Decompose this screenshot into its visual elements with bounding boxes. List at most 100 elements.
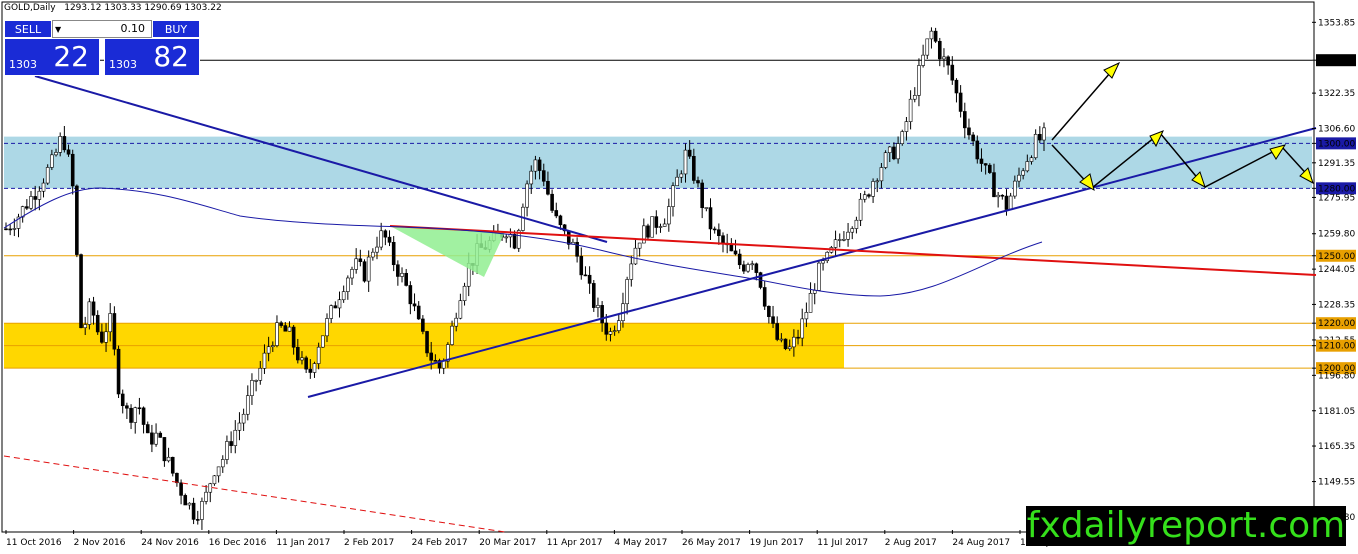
x-tick-label: 11 Jul 2017 xyxy=(817,538,868,548)
candle-body xyxy=(316,346,321,364)
buy-price-pips: 82 xyxy=(153,40,189,73)
candle-body xyxy=(979,158,984,164)
candle-body xyxy=(233,429,238,446)
candle-body xyxy=(408,285,413,305)
candle-body xyxy=(304,357,308,370)
candle-body xyxy=(212,475,217,485)
candle-body xyxy=(1025,161,1030,172)
y-tick-label: 1250.00 xyxy=(1318,252,1355,262)
x-tick-label: 24 Aug 2017 xyxy=(952,538,1010,548)
candle-body xyxy=(75,185,79,255)
plot-frame xyxy=(1,1,1315,533)
x-tick-label: 26 May 2017 xyxy=(682,538,741,548)
candle-body xyxy=(58,136,62,153)
buy-price-button[interactable]: 1303 82 xyxy=(104,38,200,76)
candle-body xyxy=(729,244,734,252)
y-tick-label: 1300.00 xyxy=(1318,139,1355,149)
candle-body xyxy=(279,322,283,326)
candle-body xyxy=(566,230,571,245)
candle-body xyxy=(371,251,375,258)
candle-body xyxy=(704,207,709,209)
candle-body xyxy=(633,247,638,265)
brand-watermark: fxdailyreport.com xyxy=(1026,505,1346,546)
candle-body xyxy=(904,121,909,132)
candle-body xyxy=(675,176,679,187)
candle-body xyxy=(287,326,292,332)
candle-body xyxy=(462,285,467,301)
candle-body xyxy=(137,407,142,410)
candle-body xyxy=(696,180,700,184)
candle-body xyxy=(625,279,629,305)
candle-body xyxy=(750,263,754,266)
y-tick-label: 1275.95 xyxy=(1318,193,1355,203)
sell-price-button[interactable]: 1303 22 xyxy=(4,38,100,76)
one-click-trade-panel: SELL ▼ 0.10 BUY 1303 22 1303 82 xyxy=(4,20,200,76)
candle-body xyxy=(354,258,358,270)
sell-button[interactable]: SELL xyxy=(4,20,52,38)
candle-body xyxy=(921,54,925,66)
y-tick-label: 1337.00 xyxy=(1318,56,1355,66)
candle-body xyxy=(1013,180,1017,197)
candle-body xyxy=(937,40,942,60)
candle-body xyxy=(721,235,725,244)
candle-body xyxy=(887,146,892,154)
candle-body xyxy=(988,164,992,173)
candle-body xyxy=(837,239,842,241)
y-tick-label: 1165.35 xyxy=(1318,442,1355,452)
x-tick-label: 4 May 2017 xyxy=(614,538,667,548)
candle-body xyxy=(779,338,784,341)
candle-body xyxy=(421,318,425,332)
candle-body xyxy=(996,194,1000,198)
candle-body xyxy=(195,519,200,521)
candle-body xyxy=(300,357,304,361)
candle-body xyxy=(95,314,100,333)
candle-body xyxy=(821,260,825,264)
candle-body xyxy=(1008,195,1013,210)
candle-body xyxy=(1000,194,1005,197)
candle-body xyxy=(967,127,971,136)
candle-body xyxy=(158,432,163,438)
buy-price-prefix: 1303 xyxy=(109,58,137,71)
candle-body xyxy=(187,502,192,506)
candle-body xyxy=(283,325,288,332)
y-tick-label: 1306.60 xyxy=(1318,125,1355,135)
candle-body xyxy=(650,216,654,238)
candle-body xyxy=(983,163,988,166)
candle-body xyxy=(667,206,671,225)
candle-body xyxy=(958,92,963,112)
candle-body xyxy=(871,181,875,197)
x-tick-label: 11 Oct 2016 xyxy=(6,538,62,548)
candle-body xyxy=(50,154,54,168)
lot-down-arrow-icon[interactable]: ▼ xyxy=(55,22,61,38)
lot-size-input[interactable]: ▼ 0.10 xyxy=(52,20,152,38)
candle-body xyxy=(671,185,675,207)
candle-body xyxy=(808,292,813,313)
candle-body xyxy=(587,274,592,284)
sell-price-prefix: 1303 xyxy=(9,58,37,71)
candle-body xyxy=(762,287,767,307)
candle-body xyxy=(396,264,400,277)
candle-body xyxy=(992,172,996,198)
candle-body xyxy=(145,424,150,434)
candle-body xyxy=(596,305,600,308)
candle-body xyxy=(296,346,300,361)
y-tick-label: 1228.35 xyxy=(1318,300,1355,310)
candle-body xyxy=(929,30,934,40)
candle-body xyxy=(291,326,296,348)
candle-body xyxy=(329,305,333,319)
candle-body xyxy=(533,159,538,172)
candle-body xyxy=(54,152,58,156)
candle-body xyxy=(150,432,154,445)
candle-body xyxy=(458,300,463,319)
candle-body xyxy=(387,236,392,243)
candle-body xyxy=(800,318,805,339)
candle-body xyxy=(133,407,138,423)
candle-body xyxy=(683,149,688,175)
candle-body xyxy=(804,312,809,320)
candle-body xyxy=(925,38,930,56)
candle-body xyxy=(162,437,167,462)
candle-body xyxy=(383,230,388,238)
buy-button[interactable]: BUY xyxy=(152,20,200,38)
candle-body xyxy=(1042,127,1046,141)
candle-body xyxy=(8,228,12,231)
